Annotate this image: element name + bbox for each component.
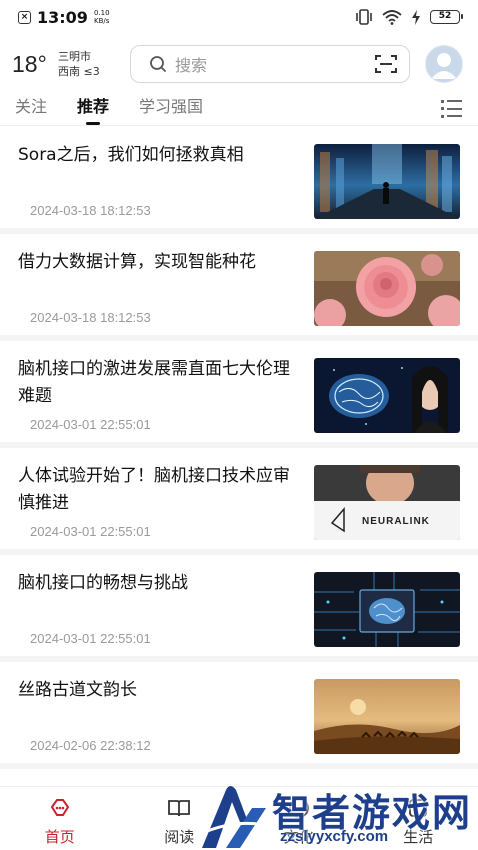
status-time: 13:09 xyxy=(37,7,88,27)
news-time: 2024-03-01 22:55:01 xyxy=(30,631,151,646)
nav-reading[interactable]: 阅读 xyxy=(120,787,240,850)
search-bar[interactable]: 搜索 xyxy=(130,45,410,83)
news-thumbnail-desert-camels xyxy=(314,679,460,754)
wifi-icon xyxy=(382,9,402,25)
news-item[interactable]: 脑机接口的激进发展需直面七大伦理难题 2024-03-01 22:55:01 xyxy=(0,341,478,448)
news-thumbnail-pink-roses xyxy=(314,251,460,326)
culture-icon xyxy=(288,798,309,818)
weather-location[interactable]: 三明市 西南 ≤3 xyxy=(58,49,120,79)
network-speed-value: 0.10 xyxy=(93,9,110,17)
news-title: 脑机接口的畅想与挑战 xyxy=(18,573,188,593)
weather-temperature[interactable]: 18° xyxy=(12,51,58,78)
network-speed: 0.10 KB/s xyxy=(94,9,110,25)
news-title: 人体试验开始了！脑机接口技术应审慎推进 xyxy=(18,466,290,513)
news-thumbnail-neuralink: NEURALINK xyxy=(314,465,460,540)
nav-label: 首页 xyxy=(44,828,75,846)
nav-life[interactable]: 生活 xyxy=(359,787,478,850)
app-header: 18° 三明市 西南 ≤3 搜索 xyxy=(0,42,478,86)
search-icon xyxy=(150,56,166,72)
weather-wind: 西南 ≤3 xyxy=(58,65,100,78)
status-bar: × 13:09 0.10 KB/s 52 xyxy=(0,0,478,34)
vibrate-icon xyxy=(356,9,372,25)
nav-culture[interactable]: 文化 xyxy=(239,787,359,850)
nav-label: 阅读 xyxy=(164,828,195,846)
book-icon xyxy=(168,800,191,817)
news-thumbnail-chip-brain xyxy=(314,572,460,647)
network-speed-unit: KB/s xyxy=(94,17,110,25)
home-icon xyxy=(50,799,69,816)
news-time: 2024-02-06 22:38:12 xyxy=(30,738,151,753)
life-icon xyxy=(409,799,428,817)
nav-label: 生活 xyxy=(403,828,434,846)
news-title: 借力大数据计算，实现智能种花 xyxy=(18,252,256,272)
tab-xuexi[interactable]: 学习强国 xyxy=(139,92,203,126)
nav-home[interactable]: 首页 xyxy=(0,787,120,850)
neuralink-logo-text: NEURALINK xyxy=(362,516,430,527)
news-list: Sora之后，我们如何拯救真相 2024-03-18 18:12:53 借力大数… xyxy=(0,127,478,769)
nav-label: 文化 xyxy=(283,828,314,846)
avatar[interactable] xyxy=(425,45,463,83)
news-time: 2024-03-01 22:55:01 xyxy=(30,417,151,432)
notification-close-icon: × xyxy=(18,10,31,24)
search-input[interactable]: 搜索 xyxy=(175,52,375,76)
tab-recommend[interactable]: 推荐 xyxy=(77,92,109,126)
channel-tabs: 关注 推荐 学习强国 xyxy=(0,92,478,126)
news-title: 脑机接口的激进发展需直面七大伦理难题 xyxy=(18,359,290,406)
tab-follow[interactable]: 关注 xyxy=(15,92,47,126)
charging-icon xyxy=(412,9,420,25)
news-time: 2024-03-18 18:12:53 xyxy=(30,203,151,218)
news-item[interactable]: 借力大数据计算，实现智能种花 2024-03-18 18:12:53 xyxy=(0,234,478,341)
news-item[interactable]: 人体试验开始了！脑机接口技术应审慎推进 2024-03-01 22:55:01 … xyxy=(0,448,478,555)
battery-indicator: 52 xyxy=(430,10,463,24)
news-item[interactable]: Sora之后，我们如何拯救真相 2024-03-18 18:12:53 xyxy=(0,127,478,234)
news-item[interactable]: 丝路古道文韵长 2024-02-06 22:38:12 xyxy=(0,662,478,769)
news-title: 丝路古道文韵长 xyxy=(18,680,137,700)
user-avatar-icon xyxy=(430,52,457,79)
weather-city: 三明市 xyxy=(58,50,91,63)
news-time: 2024-03-01 22:55:01 xyxy=(30,524,151,539)
scan-icon[interactable] xyxy=(375,54,397,74)
channel-menu-icon[interactable] xyxy=(441,99,463,118)
news-thumbnail-brain-woman xyxy=(314,358,460,433)
news-thumbnail-cyber-city xyxy=(314,144,460,219)
news-item[interactable]: 脑机接口的畅想与挑战 2024-03-01 22:55:01 xyxy=(0,555,478,662)
bottom-nav: 首页 阅读 文化 生活 xyxy=(0,786,478,850)
news-time: 2024-03-18 18:12:53 xyxy=(30,310,151,325)
news-title: Sora之后，我们如何拯救真相 xyxy=(18,145,244,165)
